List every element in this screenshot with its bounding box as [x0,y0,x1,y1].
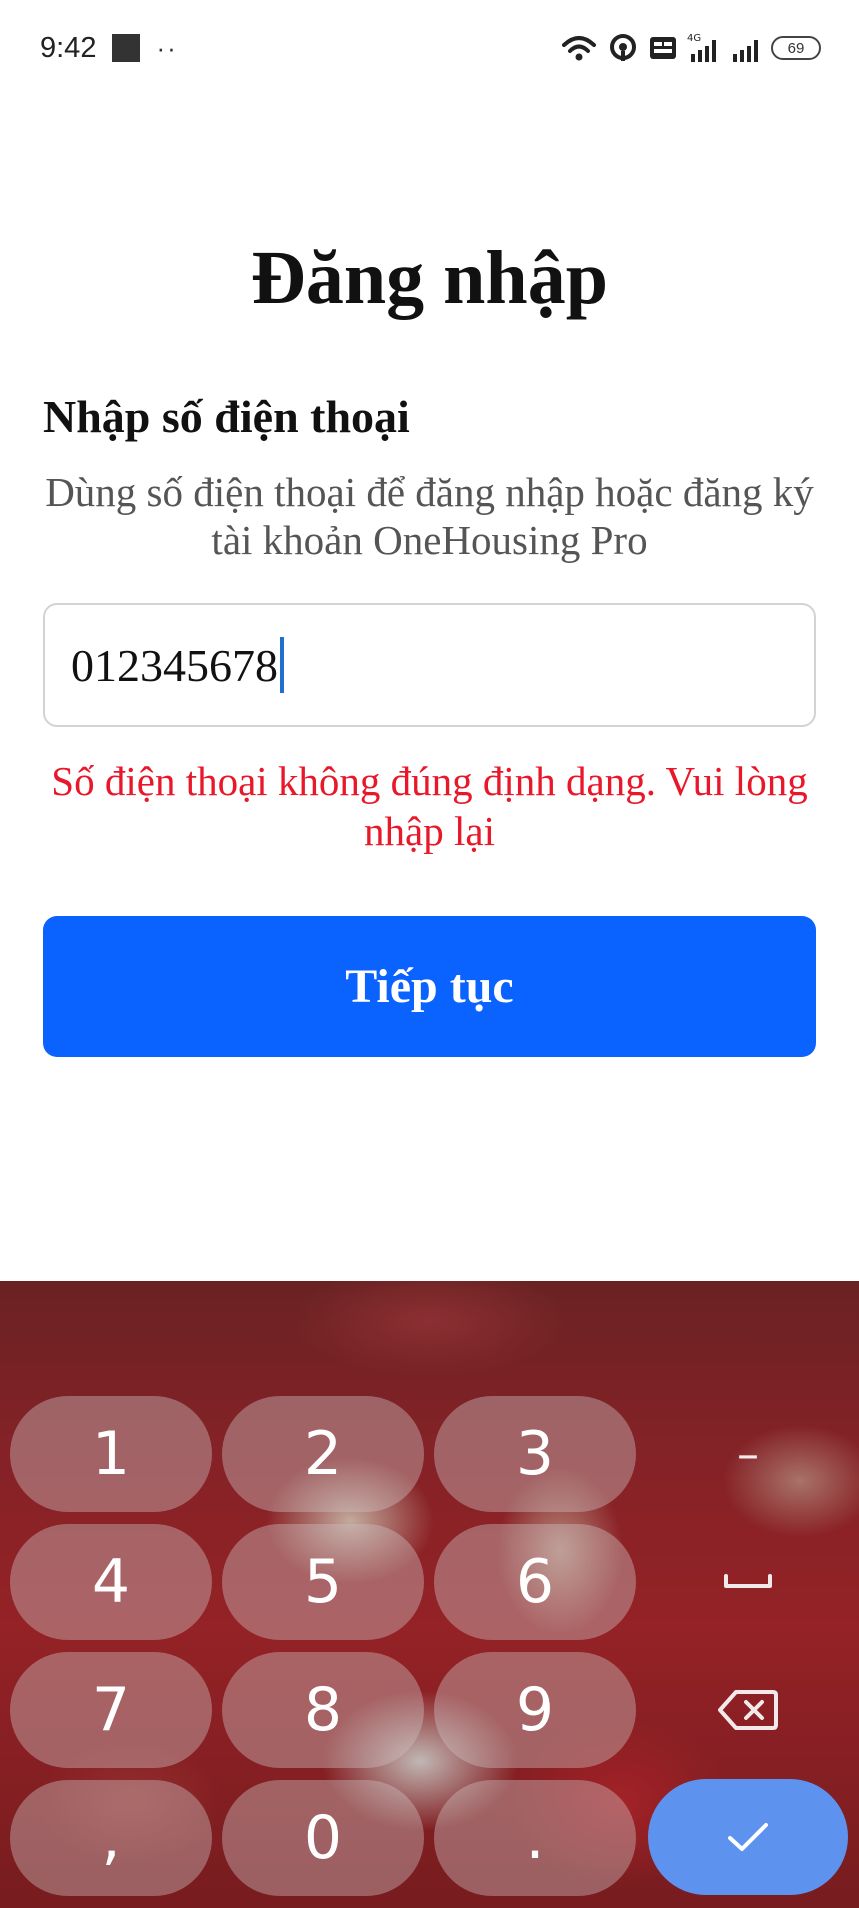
hotspot-icon [610,34,636,61]
page-title: Đăng nhập [251,236,608,320]
text-cursor [280,637,284,693]
continue-button[interactable]: Tiếp tục [43,916,816,1057]
key-4[interactable]: 4 [10,1524,212,1640]
phone-section-heading: Nhập số điện thoại [43,391,410,442]
key-comma[interactable]: , [10,1780,212,1896]
login-screen: 9:42 ·· 4G 69 Đăng nhập Nhập số điện tho… [0,0,859,1908]
key-0[interactable]: 0 [222,1780,424,1896]
backspace-icon [718,1690,778,1730]
notification-square-icon [112,34,141,62]
key-7[interactable]: 7 [10,1652,212,1768]
key-2[interactable]: 2 [222,1396,424,1512]
key-9[interactable]: 9 [434,1652,636,1768]
key-1[interactable]: 1 [10,1396,212,1512]
phone-number-input[interactable]: 012345678 [43,603,816,727]
check-icon [728,1823,768,1851]
status-time: 9:42 [40,31,97,64]
network-type-label: 4G [687,33,701,44]
signal-4g-icon: 4G [687,33,716,62]
key-dash[interactable]: – [688,1396,808,1512]
key-6[interactable]: 6 [434,1524,636,1640]
key-3[interactable]: 3 [434,1396,636,1512]
space-icon [724,1574,772,1588]
more-notifications-icon: ·· [156,32,178,63]
status-left: 9:42 ·· [40,32,178,65]
key-period[interactable]: . [434,1780,636,1896]
key-backspace[interactable] [688,1652,808,1768]
status-bar: 9:42 ·· 4G 69 [0,0,859,96]
numeric-keyboard: 1 2 3 – 4 5 6 7 8 9 , 0 . [0,1281,859,1908]
key-5[interactable]: 5 [222,1524,424,1640]
wifi-icon [562,36,596,61]
key-8[interactable]: 8 [222,1652,424,1768]
battery-icon: 69 [771,36,821,60]
key-space[interactable] [688,1524,808,1640]
volte-icon [650,37,676,59]
phone-section-description: Dùng số điện thoại để đăng nhập hoặc đăn… [45,469,814,563]
status-right: 4G 69 [561,32,821,64]
keyboard-confirm-button[interactable] [648,1779,848,1895]
signal-icon [733,40,758,62]
phone-error-message: Số điện thoại không đúng định dạng. Vui … [51,758,808,854]
phone-number-value: 012345678 [71,639,278,691]
